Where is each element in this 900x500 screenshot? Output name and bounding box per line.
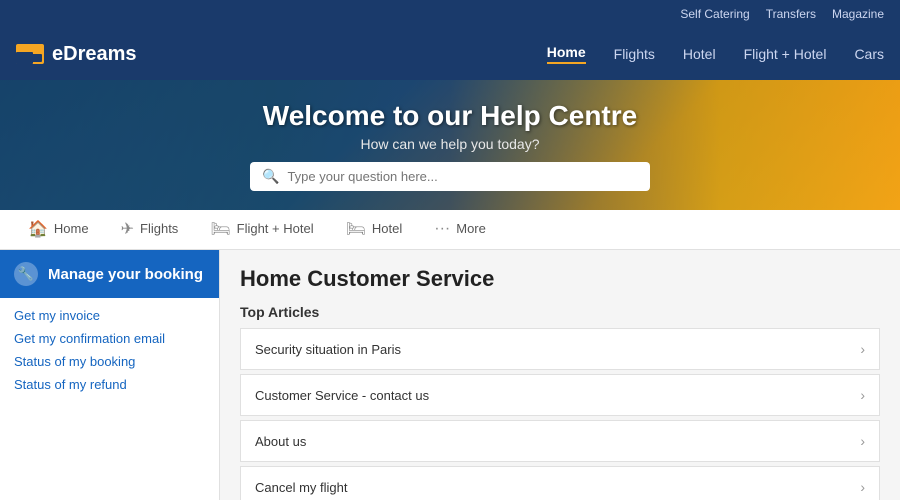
nav-link-home[interactable]: Home <box>547 44 586 64</box>
cat-label-more: More <box>456 221 486 236</box>
nav-link-flights[interactable]: Flights <box>614 46 655 62</box>
cat-item-flight-hotel[interactable]: 🛏 Flight + Hotel <box>194 210 329 249</box>
sidebar-link-status-booking[interactable]: Status of my booking <box>14 354 205 369</box>
hero-subtitle: How can we help you today? <box>361 136 540 152</box>
category-nav: 🏠 Home ✈ Flights 🛏 Flight + Hotel 🛏 Hote… <box>0 210 900 250</box>
logo[interactable]: eDreams <box>16 43 137 66</box>
nav-links: Home Flights Hotel Flight + Hotel Cars <box>547 44 884 64</box>
nav-link-hotel[interactable]: Hotel <box>683 46 716 62</box>
cat-label-hotel: Hotel <box>372 221 402 236</box>
cat-label-home: Home <box>54 221 89 236</box>
utility-link-magazine[interactable]: Magazine <box>832 7 884 21</box>
chevron-right-icon: › <box>860 433 865 449</box>
article-item[interactable]: Cancel my flight › <box>240 466 880 500</box>
top-articles-label: Top Articles <box>240 304 880 320</box>
main-nav: eDreams Home Flights Hotel Flight + Hote… <box>0 28 900 80</box>
more-icon: ··· <box>434 220 450 238</box>
main-heading: Home Customer Service <box>240 266 880 292</box>
cat-item-more[interactable]: ··· More <box>418 210 502 249</box>
chevron-right-icon: › <box>860 479 865 495</box>
article-title-3: Cancel my flight <box>255 480 347 495</box>
article-item[interactable]: Security situation in Paris › <box>240 328 880 370</box>
sidebar: 🔧 Manage your booking Get my invoice Get… <box>0 250 220 500</box>
cat-label-flight-hotel: Flight + Hotel <box>237 221 314 236</box>
hero-banner: Welcome to our Help Centre How can we he… <box>0 80 900 210</box>
article-title-2: About us <box>255 434 306 449</box>
home-icon: 🏠 <box>28 219 48 239</box>
hotel-icon: 🛏 <box>346 219 366 239</box>
manage-icon: 🔧 <box>14 262 38 286</box>
article-item[interactable]: Customer Service - contact us › <box>240 374 880 416</box>
sidebar-links: Get my invoice Get my confirmation email… <box>0 298 219 402</box>
sidebar-link-status-refund[interactable]: Status of my refund <box>14 377 205 392</box>
search-bar[interactable]: 🔍 <box>250 162 650 191</box>
sidebar-link-confirmation[interactable]: Get my confirmation email <box>14 331 205 346</box>
logo-icon <box>16 44 44 64</box>
utility-bar: Self Catering Transfers Magazine <box>0 0 900 28</box>
utility-link-transfers[interactable]: Transfers <box>766 7 816 21</box>
sidebar-link-invoice[interactable]: Get my invoice <box>14 308 205 323</box>
cat-label-flights: Flights <box>140 221 178 236</box>
search-input[interactable] <box>287 169 638 184</box>
hero-title: Welcome to our Help Centre <box>263 100 637 132</box>
flight-hotel-icon: 🛏 <box>210 219 230 239</box>
nav-link-flight-hotel[interactable]: Flight + Hotel <box>744 46 827 62</box>
article-title-1: Customer Service - contact us <box>255 388 429 403</box>
cat-item-home[interactable]: 🏠 Home <box>12 210 105 249</box>
flights-icon: ✈ <box>121 219 134 239</box>
sidebar-manage-booking[interactable]: 🔧 Manage your booking <box>0 250 219 298</box>
cat-item-hotel[interactable]: 🛏 Hotel <box>330 210 419 249</box>
nav-link-cars[interactable]: Cars <box>854 46 884 62</box>
article-item[interactable]: About us › <box>240 420 880 462</box>
chevron-right-icon: › <box>860 387 865 403</box>
cat-item-flights[interactable]: ✈ Flights <box>105 210 195 249</box>
chevron-right-icon: › <box>860 341 865 357</box>
content-area: 🔧 Manage your booking Get my invoice Get… <box>0 250 900 500</box>
search-icon: 🔍 <box>262 168 279 185</box>
main-content: Home Customer Service Top Articles Secur… <box>220 250 900 500</box>
logo-text: eDreams <box>52 43 137 66</box>
sidebar-manage-label: Manage your booking <box>48 266 203 283</box>
article-title-0: Security situation in Paris <box>255 342 401 357</box>
utility-link-self-catering[interactable]: Self Catering <box>680 7 749 21</box>
